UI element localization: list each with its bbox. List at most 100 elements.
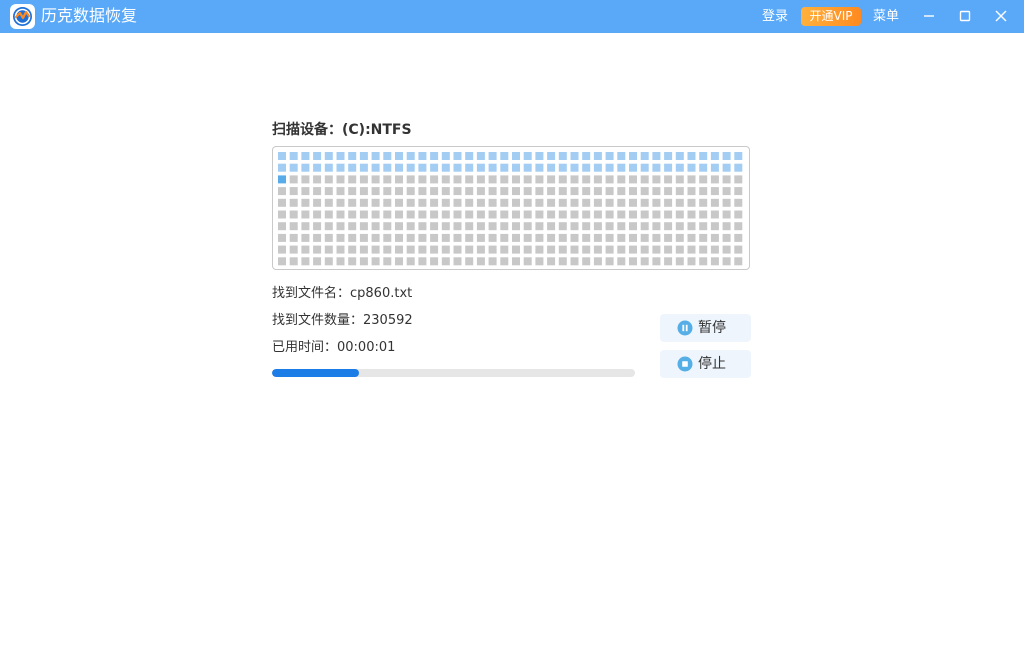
pause-button[interactable]: 暂停 bbox=[660, 314, 751, 342]
disk-block bbox=[430, 222, 439, 231]
disk-block bbox=[488, 187, 497, 196]
disk-block bbox=[734, 222, 743, 231]
disk-block bbox=[687, 187, 696, 196]
pause-button-label: 暂停 bbox=[698, 320, 726, 336]
disk-block bbox=[652, 222, 661, 231]
disk-block bbox=[640, 175, 649, 184]
disk-block bbox=[617, 233, 626, 242]
disk-block bbox=[500, 210, 509, 219]
disk-block bbox=[324, 187, 333, 196]
disk-block bbox=[289, 222, 298, 231]
disk-block bbox=[301, 152, 310, 160]
disk-block bbox=[605, 152, 614, 160]
disk-block bbox=[547, 233, 556, 242]
disk-block bbox=[289, 210, 298, 219]
disk-block bbox=[278, 152, 286, 160]
disk-block bbox=[465, 175, 474, 184]
found-file-count: 找到文件数量：230592 bbox=[272, 313, 413, 328]
disk-block bbox=[395, 257, 403, 266]
disk-block bbox=[617, 198, 626, 207]
disk-block bbox=[406, 152, 415, 160]
disk-block bbox=[558, 152, 567, 160]
disk-block bbox=[523, 222, 532, 231]
disk-block bbox=[383, 257, 392, 266]
disk-block bbox=[535, 163, 544, 172]
disk-block bbox=[523, 175, 532, 184]
disk-block bbox=[476, 222, 485, 231]
disk-block bbox=[675, 152, 684, 160]
disk-block bbox=[582, 233, 591, 242]
vip-button[interactable]: 开通VIP bbox=[801, 7, 861, 26]
disk-block bbox=[313, 245, 322, 254]
found-file-name: 找到文件名：cp860.txt bbox=[272, 286, 413, 301]
disk-block bbox=[687, 198, 696, 207]
disk-block bbox=[441, 257, 450, 266]
title-bar: 历克数据恢复 登录 开通VIP 菜单 bbox=[0, 0, 1024, 33]
disk-block bbox=[301, 257, 310, 266]
disk-block bbox=[430, 163, 439, 172]
disk-block bbox=[734, 245, 743, 254]
disk-block bbox=[617, 163, 626, 172]
disk-block bbox=[500, 222, 509, 231]
disk-block bbox=[278, 233, 286, 242]
disk-block bbox=[418, 210, 427, 219]
disk-block bbox=[441, 175, 450, 184]
disk-block bbox=[348, 257, 357, 266]
login-link[interactable]: 登录 bbox=[762, 8, 788, 25]
menu-button[interactable]: 菜单 bbox=[873, 8, 899, 25]
disk-block bbox=[687, 210, 696, 219]
close-button[interactable] bbox=[989, 5, 1013, 27]
disk-block bbox=[465, 198, 474, 207]
disk-block bbox=[593, 257, 602, 266]
disk-block bbox=[348, 198, 357, 207]
disk-block bbox=[453, 245, 462, 254]
disk-block bbox=[512, 233, 520, 242]
disk-block bbox=[734, 198, 743, 207]
disk-block bbox=[593, 233, 602, 242]
disk-block bbox=[640, 210, 649, 219]
disk-block bbox=[699, 175, 708, 184]
disk-block bbox=[547, 175, 556, 184]
disk-block bbox=[582, 163, 591, 172]
disk-block bbox=[593, 198, 602, 207]
disk-block bbox=[406, 257, 415, 266]
disk-block bbox=[500, 163, 509, 172]
disk-block bbox=[722, 175, 731, 184]
disk-block bbox=[640, 245, 649, 254]
disk-block bbox=[570, 175, 579, 184]
disk-block bbox=[278, 257, 286, 266]
disk-block bbox=[313, 152, 322, 160]
disk-block bbox=[652, 175, 661, 184]
disk-block bbox=[430, 257, 439, 266]
scan-progress-bar bbox=[272, 369, 635, 377]
disk-block bbox=[371, 222, 380, 231]
disk-block bbox=[734, 187, 743, 196]
disk-block bbox=[710, 175, 719, 184]
disk-block bbox=[652, 152, 661, 160]
disk-block bbox=[710, 222, 719, 231]
disk-block bbox=[512, 257, 520, 266]
disk-block bbox=[547, 210, 556, 219]
disk-block bbox=[699, 233, 708, 242]
disk-block bbox=[488, 152, 497, 160]
disk-block bbox=[383, 210, 392, 219]
disk-block bbox=[453, 187, 462, 196]
disk-block bbox=[535, 152, 544, 160]
disk-block bbox=[512, 175, 520, 184]
disk-block bbox=[664, 222, 673, 231]
disk-block bbox=[570, 233, 579, 242]
stop-button[interactable]: 停止 bbox=[660, 350, 751, 378]
disk-block bbox=[675, 175, 684, 184]
minimize-button[interactable] bbox=[917, 5, 941, 27]
disk-block bbox=[476, 152, 485, 160]
maximize-button[interactable] bbox=[953, 5, 977, 27]
disk-block bbox=[512, 245, 520, 254]
disk-block bbox=[383, 175, 392, 184]
disk-block bbox=[289, 187, 298, 196]
disk-block bbox=[383, 198, 392, 207]
disk-block bbox=[476, 187, 485, 196]
disk-block bbox=[348, 163, 357, 172]
disk-block bbox=[278, 222, 286, 231]
disk-block bbox=[593, 187, 602, 196]
disk-block bbox=[558, 175, 567, 184]
